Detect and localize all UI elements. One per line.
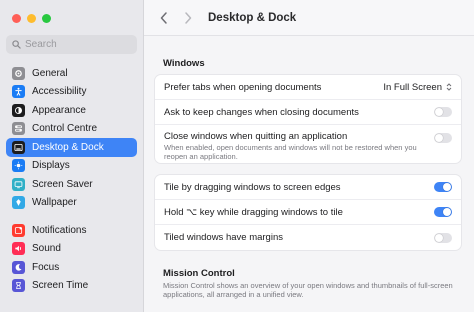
minimize-window-button[interactable] bbox=[27, 14, 36, 23]
hold-option-tile-toggle[interactable] bbox=[434, 207, 452, 217]
search-icon bbox=[12, 40, 21, 49]
window-controls bbox=[12, 14, 51, 23]
chevron-left-icon bbox=[160, 11, 167, 24]
prefer-tabs-label: Prefer tabs when opening documents bbox=[164, 81, 322, 93]
sound-icon bbox=[12, 242, 25, 256]
prefer-tabs-row: Prefer tabs when opening documents In Fu… bbox=[155, 75, 461, 100]
appearance-icon bbox=[12, 103, 25, 117]
prefer-tabs-value: In Full Screen bbox=[383, 81, 442, 93]
accessibility-icon bbox=[12, 85, 25, 99]
system-settings-window: General Accessibility Appearance Control… bbox=[0, 0, 474, 312]
gear-icon bbox=[12, 66, 25, 80]
forward-button[interactable] bbox=[178, 8, 198, 28]
close-window-button[interactable] bbox=[12, 14, 21, 23]
chevron-up-down-icon bbox=[446, 83, 452, 91]
back-button[interactable] bbox=[154, 8, 174, 28]
sidebar-item-label: Displays bbox=[32, 160, 70, 172]
sidebar-item-displays[interactable]: Displays bbox=[6, 157, 137, 176]
sidebar-item-label: Focus bbox=[32, 261, 60, 273]
sidebar-item-appearance[interactable]: Appearance bbox=[6, 101, 137, 120]
tiled-margins-row: Tiled windows have margins bbox=[155, 225, 461, 250]
mission-control-description: Mission Control shows an overview of you… bbox=[163, 281, 453, 299]
sidebar-item-label: Screen Time bbox=[32, 280, 89, 292]
screen-time-icon bbox=[12, 279, 25, 293]
windows-settings-group: Prefer tabs when opening documents In Fu… bbox=[154, 74, 462, 164]
ask-keep-changes-toggle[interactable] bbox=[434, 107, 452, 117]
sidebar-item-sound[interactable]: Sound bbox=[6, 240, 137, 259]
sidebar-item-label: Notifications bbox=[32, 224, 87, 236]
sidebar-item-accessibility[interactable]: Accessibility bbox=[6, 83, 137, 102]
hold-option-tile-label: Hold ⌥ key while dragging windows to til… bbox=[164, 206, 343, 218]
displays-icon bbox=[12, 159, 25, 173]
tile-drag-edges-row: Tile by dragging windows to screen edges bbox=[155, 175, 461, 200]
search-field[interactable] bbox=[6, 35, 137, 54]
screen-saver-icon bbox=[12, 177, 25, 191]
sidebar-item-label: General bbox=[32, 67, 68, 79]
sidebar-group-system: General Accessibility Appearance Control… bbox=[6, 64, 137, 212]
tile-drag-edges-label: Tile by dragging windows to screen edges bbox=[164, 181, 341, 193]
sidebar-item-screen-saver[interactable]: Screen Saver bbox=[6, 175, 137, 194]
toolbar: Desktop & Dock bbox=[144, 0, 474, 36]
focus-icon bbox=[12, 260, 25, 274]
sidebar-item-desktop-dock[interactable]: Desktop & Dock bbox=[6, 138, 137, 157]
hold-option-tile-row: Hold ⌥ key while dragging windows to til… bbox=[155, 200, 461, 225]
sidebar-item-control-centre[interactable]: Control Centre bbox=[6, 120, 137, 139]
sidebar-item-label: Control Centre bbox=[32, 123, 98, 135]
sidebar-item-label: Sound bbox=[32, 243, 61, 255]
sidebar-item-notifications[interactable]: Notifications bbox=[6, 221, 137, 240]
chevron-right-icon bbox=[185, 11, 192, 24]
sidebar-item-label: Desktop & Dock bbox=[32, 141, 104, 153]
tile-drag-edges-toggle[interactable] bbox=[434, 182, 452, 192]
tiling-settings-group: Tile by dragging windows to screen edges… bbox=[154, 174, 462, 251]
close-windows-description: When enabled, open documents and windows… bbox=[164, 143, 417, 161]
sidebar-item-label: Screen Saver bbox=[32, 178, 93, 190]
mission-control-title: Mission Control bbox=[163, 268, 235, 279]
sidebar-item-general[interactable]: General bbox=[6, 64, 137, 83]
sidebar-item-wallpaper[interactable]: Wallpaper bbox=[6, 194, 137, 213]
close-windows-row: Close windows when quitting an applicati… bbox=[155, 125, 461, 163]
ask-keep-changes-label: Ask to keep changes when closing documen… bbox=[164, 106, 359, 118]
sidebar-item-label: Wallpaper bbox=[32, 197, 77, 209]
sidebar-item-label: Appearance bbox=[32, 104, 86, 116]
dock-icon bbox=[12, 140, 25, 154]
prefer-tabs-select[interactable]: In Full Screen bbox=[383, 82, 452, 93]
sidebar-item-focus[interactable]: Focus bbox=[6, 258, 137, 277]
wallpaper-icon bbox=[12, 196, 25, 210]
notifications-icon bbox=[12, 223, 25, 237]
windows-section-title: Windows bbox=[163, 58, 205, 69]
tiled-margins-label: Tiled windows have margins bbox=[164, 232, 283, 243]
tiled-margins-toggle[interactable] bbox=[434, 232, 452, 243]
sidebar: General Accessibility Appearance Control… bbox=[0, 0, 144, 312]
search-input[interactable] bbox=[25, 39, 125, 50]
ask-keep-changes-row: Ask to keep changes when closing documen… bbox=[155, 100, 461, 125]
close-windows-toggle[interactable] bbox=[434, 133, 452, 143]
page-title: Desktop & Dock bbox=[208, 11, 297, 24]
main-pane: Desktop & Dock Windows Prefer tabs when … bbox=[144, 0, 474, 312]
sidebar-group-notifications: Notifications Sound Focus Screen Time bbox=[6, 221, 137, 295]
sidebar-item-screen-time[interactable]: Screen Time bbox=[6, 277, 137, 296]
control-centre-icon bbox=[12, 122, 25, 136]
sidebar-item-label: Accessibility bbox=[32, 86, 87, 98]
close-windows-label: Close windows when quitting an applicati… bbox=[164, 131, 348, 142]
zoom-window-button[interactable] bbox=[42, 14, 51, 23]
